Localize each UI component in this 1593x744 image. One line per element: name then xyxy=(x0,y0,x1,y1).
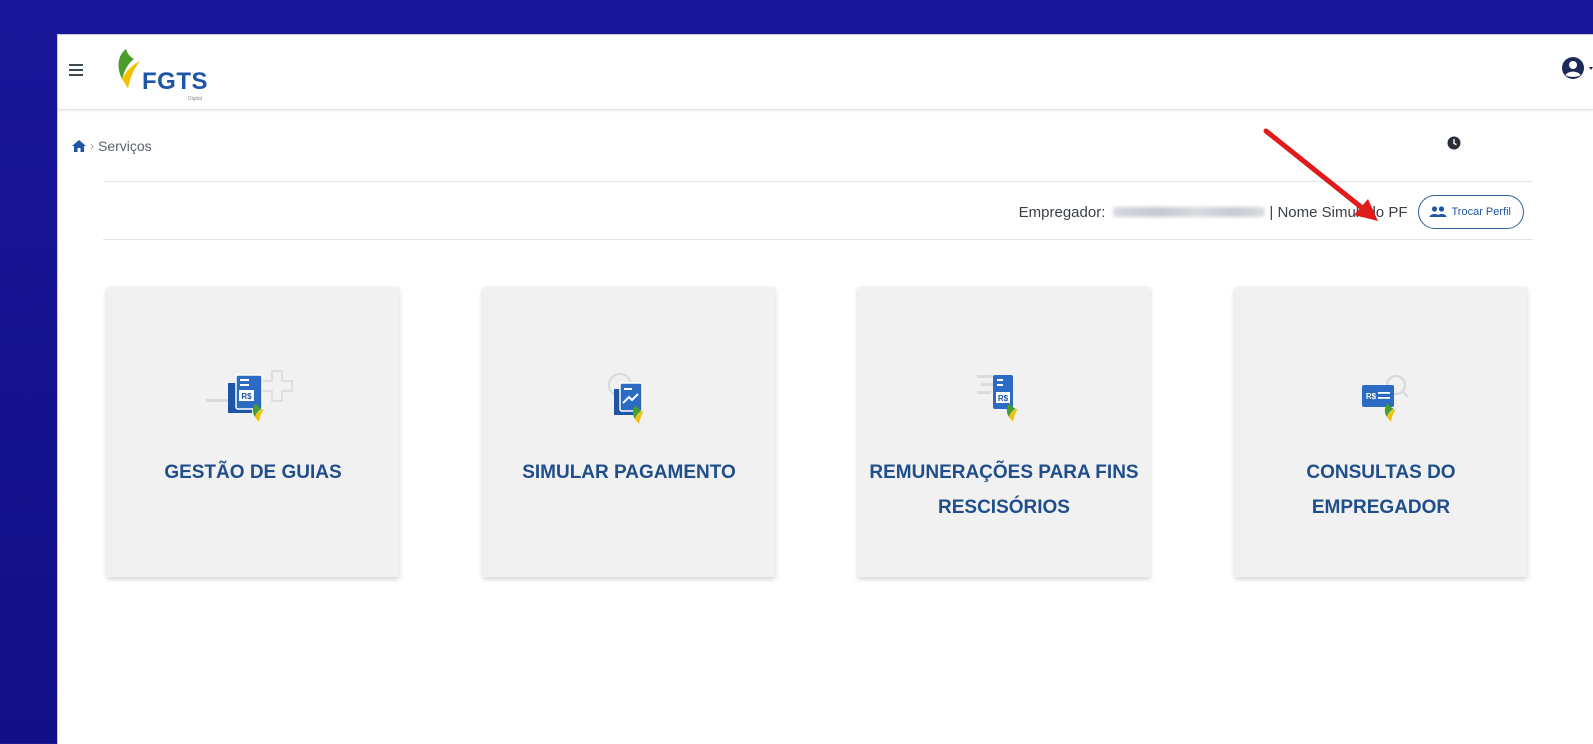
divider xyxy=(103,239,1533,240)
svg-text:R$: R$ xyxy=(1366,392,1377,401)
card-title: REMUNERAÇÕES PARA FINS RESCISÓRIOS xyxy=(869,462,1139,518)
svg-text:R$: R$ xyxy=(998,394,1009,403)
breadcrumb: › Serviços xyxy=(72,138,152,154)
card-guide-management[interactable]: R$ GESTÃO DE GUIAS xyxy=(107,287,399,577)
card-remuneration[interactable]: R$ REMUNERAÇÕES PARA FINS RESCISÓRIOS xyxy=(858,287,1150,577)
swap-profile-label: Trocar Perfil xyxy=(1451,206,1512,218)
card-title: SIMULAR PAGAMENTO xyxy=(522,462,736,483)
browser-page: FGTS Digital › Serviços Empregador: | No… xyxy=(57,34,1593,744)
fgts-logo[interactable]: FGTS Digital xyxy=(112,45,232,103)
menu-icon[interactable] xyxy=(69,64,83,76)
employer-queries-icon: R$ xyxy=(1362,375,1409,422)
card-title: GESTÃO DE GUIAS xyxy=(164,462,342,483)
profile-bar: Empregador: | Nome Simulado PF Trocar Pe… xyxy=(1019,195,1524,229)
employer-id-redacted xyxy=(1113,207,1266,217)
users-icon xyxy=(1429,206,1446,217)
fgts-leaf-icon xyxy=(118,49,140,89)
home-icon[interactable] xyxy=(72,140,86,152)
svg-text:R$: R$ xyxy=(241,392,252,401)
card-employer-queries[interactable]: R$ CONSULTAS DO EMPREGADOR xyxy=(1235,287,1527,577)
employer-label: Empregador: xyxy=(1018,203,1106,221)
breadcrumb-current: Serviços xyxy=(98,138,152,154)
breadcrumb-separator: › xyxy=(90,139,94,153)
card-title: CONSULTAS DO EMPREGADOR xyxy=(1306,462,1456,518)
user-account-icon[interactable] xyxy=(1560,55,1593,85)
top-bar: FGTS Digital xyxy=(58,35,1593,110)
logo-subtext: Digital xyxy=(188,96,202,102)
logo-text: FGTS xyxy=(142,68,208,95)
divider xyxy=(103,181,1533,182)
remuneration-icon: R$ xyxy=(977,375,1018,422)
employer-name: | Nome Simulado PF xyxy=(1269,203,1408,221)
clock-icon[interactable] xyxy=(1447,136,1461,150)
card-simulate-payment[interactable]: SIMULAR PAGAMENTO xyxy=(483,287,775,577)
guide-management-icon: R$ xyxy=(206,370,293,422)
swap-profile-button[interactable]: Trocar Perfil xyxy=(1417,195,1524,229)
simulate-payment-icon xyxy=(608,373,644,424)
